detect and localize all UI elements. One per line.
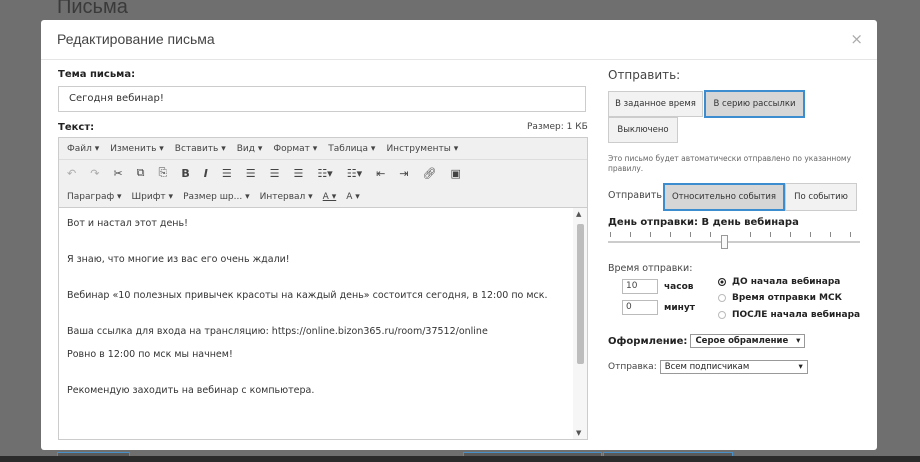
menu-format[interactable]: Формат ▾ [273,144,317,154]
chevron-down-icon: ▾ [798,362,803,372]
align-justify-icon[interactable]: ☰ [293,167,303,180]
design-label: Оформление: [608,335,688,347]
bold-icon[interactable]: B [181,167,189,180]
editor-content[interactable]: Вот и настал этот день! Я знаю, что мног… [59,208,574,439]
text-label: Текст: [58,122,95,133]
send-time-label: Время отправки: [608,263,693,274]
editor-toolbar-formatting: ↶ ↷ ✂ ⧉ ⎘ B I ☰ ☰ ☰ ☰ ☷▾ ☷▾ ⇤ ⇥ 🔗︎ ▣ [59,160,587,186]
menu-insert[interactable]: Вставить ▾ [175,144,226,154]
align-center-icon[interactable]: ☰ [246,167,256,180]
bottom-bar [0,456,920,462]
hours-unit: часов [664,282,694,292]
rule-note: Это письмо будет автоматически отправлен… [608,154,852,173]
disabled-button[interactable]: Выключено [608,117,678,143]
series-button[interactable]: В серию рассылки [704,90,805,118]
rich-text-editor: Файл ▾ Изменить ▾ Вставить ▾ Вид ▾ Форма… [58,137,588,440]
content-line: Вот и настал этот день! [67,218,188,229]
minutes-unit: минут [664,303,695,313]
line-spacing-select[interactable]: Интервал ▾ [260,192,313,202]
background-page-title: Письма [57,0,128,18]
indent-icon[interactable]: ⇥ [399,167,408,180]
radio-selected-icon[interactable] [718,278,726,286]
hours-input[interactable]: 10 [622,279,658,294]
content-line: Ровно в 12:00 по мск мы начнем! [67,349,233,360]
content-line: Ваша ссылка для входа на трансляцию: htt… [67,326,488,337]
align-right-icon[interactable]: ☰ [270,167,280,180]
design-select[interactable]: Серое обрамление ▾ [690,334,806,348]
redo-icon[interactable]: ↷ [90,167,99,180]
modal-title: Редактирование письма [57,31,215,47]
editor-scrollbar[interactable]: ▲ ▼ [573,208,587,439]
menu-edit[interactable]: Изменить ▾ [110,144,164,154]
link-icon[interactable]: 🔗︎ [423,167,437,180]
text-size-label: Размер: 1 КБ [527,122,588,132]
menu-file[interactable]: Файл ▾ [67,144,99,154]
dispatch-row: Отправка: Всем подписчикам ▾ [608,360,808,374]
align-left-icon[interactable]: ☰ [222,167,232,180]
slider-track [608,241,860,243]
dispatch-select[interactable]: Всем подписчикам ▾ [659,360,808,374]
minutes-input[interactable]: 0 [622,300,658,315]
copy-icon[interactable]: ⧉ [137,166,145,180]
editor-menubar: Файл ▾ Изменить ▾ Вставить ▾ Вид ▾ Форма… [59,138,587,160]
slider-handle[interactable] [721,235,728,249]
chevron-down-icon: ▾ [796,336,801,346]
radio-before-start[interactable]: ДО начала вебинара [718,277,840,287]
menu-tools[interactable]: Инструменты ▾ [386,144,458,154]
subject-label: Тема письма: [58,69,136,80]
outdent-icon[interactable]: ⇤ [376,167,385,180]
editor-toolbar-styles: Параграф ▾ Шрифт ▾ Размер шр... ▾ Интерв… [59,186,587,208]
content-line: Рекомендую заходить на вебинар с компьют… [67,385,315,396]
scheduled-time-button[interactable]: В заданное время [608,91,703,117]
italic-icon[interactable]: I [204,167,208,180]
image-icon[interactable]: ▣ [451,167,461,180]
radio-after-start[interactable]: ПОСЛЕ начала вебинара [718,310,860,320]
radio-msk-time[interactable]: Время отправки МСК [718,293,842,303]
menu-view[interactable]: Вид ▾ [237,144,263,154]
numbered-list-icon[interactable]: ☷▾ [347,167,362,180]
edit-letter-modal: Редактирование письма × Тема письма: Сег… [41,20,877,450]
send-day-slider[interactable] [608,230,863,252]
content-line: Я знаю, что многие из вас его очень ждал… [67,254,290,265]
content-line: Вебинар «10 полезных привычек красоты на… [67,290,548,301]
radio-icon[interactable] [718,311,726,319]
send-title: Отправить: [608,68,681,82]
paragraph-select[interactable]: Параграф ▾ [67,192,122,202]
scroll-down-icon[interactable]: ▼ [576,429,581,437]
send-settings-panel: Отправить: В заданное время В серию расс… [608,20,868,450]
cut-icon[interactable]: ✂ [113,167,122,180]
send-day-label: День отправки: В день вебинара [608,217,799,228]
send-mode-label: Отправить: [608,190,666,201]
subject-input[interactable]: Сегодня вебинар! [58,86,586,112]
scroll-thumb[interactable] [577,224,584,364]
radio-icon[interactable] [718,294,726,302]
font-select[interactable]: Шрифт ▾ [132,192,174,202]
relative-event-button[interactable]: Относительно события [663,183,785,211]
bullet-list-icon[interactable]: ☷▾ [317,167,332,180]
text-color-icon[interactable]: A ▾ [323,192,337,202]
font-size-select[interactable]: Размер шр... ▾ [183,192,250,202]
dispatch-label: Отправка: [608,362,657,372]
paste-icon[interactable]: ⎘ [159,166,168,180]
by-event-button[interactable]: По событию [785,183,857,211]
background-color-icon[interactable]: A ▾ [346,192,360,202]
undo-icon[interactable]: ↶ [67,167,76,180]
design-row: Оформление: Серое обрамление ▾ [608,334,806,348]
scroll-up-icon[interactable]: ▲ [576,210,581,218]
menu-table[interactable]: Таблица ▾ [328,144,375,154]
